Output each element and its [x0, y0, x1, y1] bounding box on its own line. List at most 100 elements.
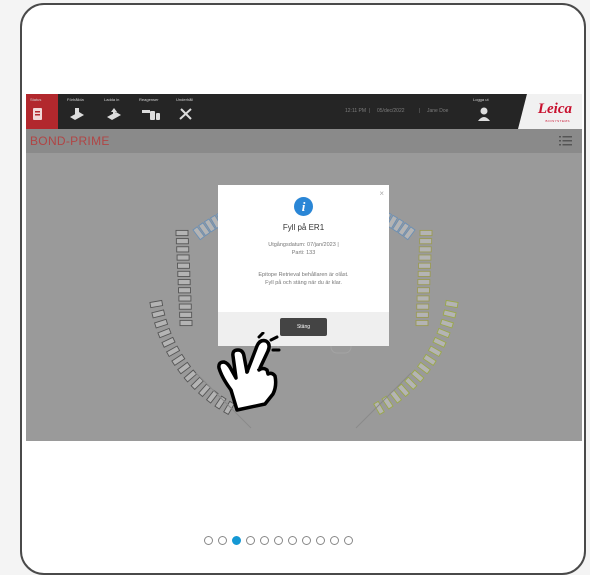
slide-slot	[177, 270, 191, 277]
time-display: 12:11 PM	[345, 108, 367, 114]
slide-slot	[417, 279, 431, 286]
brand-logo-panel: Leica BIOSYSTEMS	[518, 94, 582, 129]
slide-slot	[418, 246, 432, 253]
load-icon	[107, 108, 121, 120]
list-menu-icon[interactable]	[559, 136, 572, 146]
pagination-dot[interactable]	[316, 536, 325, 545]
nav-status-label: Status	[30, 97, 42, 102]
slide-slot	[439, 318, 454, 329]
reagent-refill-dialog: × i Fyll på ER1 Utgångsdatum: 07/jan/202…	[218, 185, 389, 346]
left-slide-slots	[175, 229, 193, 327]
slide-slot	[419, 238, 433, 245]
slide-slot	[176, 246, 190, 253]
slide-slot	[176, 254, 190, 261]
slide-slot	[415, 311, 429, 318]
date-display: 05/dec/2022	[377, 108, 405, 114]
slide-slot	[179, 319, 193, 327]
lot-number: Parti: 133	[291, 250, 316, 256]
title-bar: BOND-PRIME	[26, 129, 582, 153]
slide-slot	[404, 376, 418, 391]
carousel-pagination	[204, 536, 353, 545]
pagination-dot[interactable]	[288, 536, 297, 545]
slide-slot	[418, 254, 432, 261]
slide-slot	[178, 303, 192, 310]
slide-slot	[177, 279, 191, 286]
status-separator: |	[419, 108, 421, 114]
status-separator: |	[369, 108, 371, 114]
slide-slot	[415, 319, 429, 327]
slide-slot	[177, 262, 190, 269]
dialog-message-line-2: Fyll på och stäng när du är klar.	[265, 280, 342, 286]
pagination-dot[interactable]	[246, 536, 255, 545]
slide-slot	[416, 361, 431, 375]
slide-slot	[444, 299, 459, 309]
close-dialog-button[interactable]: Stäng	[280, 318, 327, 336]
slide-slot	[410, 369, 425, 383]
slide-slot	[178, 295, 192, 302]
nav-ladda-in[interactable]: Ladda in	[104, 94, 132, 129]
pagination-dot[interactable]	[232, 536, 241, 545]
status-icon	[33, 108, 42, 120]
right-slide-slots	[415, 229, 433, 327]
slide-slot	[396, 383, 411, 398]
slide-slot	[171, 353, 186, 366]
slide-slot	[373, 400, 385, 416]
expiry-date: Utgångsdatum: 07/jan/2023 |	[268, 242, 339, 248]
pagination-dot[interactable]	[274, 536, 283, 545]
nav-forhallda[interactable]: Förhållda	[67, 94, 95, 129]
nav-underhall[interactable]: Underhåll	[176, 94, 210, 129]
slide-slot	[165, 345, 181, 358]
tray-icon	[70, 108, 84, 120]
reagents-icon	[142, 110, 160, 120]
slide-slot	[419, 229, 433, 237]
info-icon: i	[294, 197, 313, 216]
slide-slot	[416, 303, 430, 310]
dialog-title: Fyll på ER1	[282, 223, 325, 232]
slide-slot	[179, 311, 193, 318]
tap-gesture-hand-icon	[217, 332, 281, 412]
slide-slot	[151, 309, 166, 319]
close-icon[interactable]: ×	[379, 189, 384, 198]
slide-slot	[427, 345, 443, 358]
slide-slot	[436, 327, 451, 339]
dialog-message-line-1: Epitope Retrieval behållaren är olåst.	[258, 272, 349, 278]
slide-slot	[178, 287, 191, 294]
slide-slot	[177, 361, 192, 375]
slide-slot	[161, 336, 176, 348]
pagination-dot[interactable]	[302, 536, 311, 545]
top-navigation-bar: Status Förhållda Ladda in Reagenser Unde…	[26, 94, 582, 129]
pagination-dot[interactable]	[344, 536, 353, 545]
slide-slot	[149, 299, 164, 309]
pagination-dot[interactable]	[330, 536, 339, 545]
slide-slot	[416, 295, 430, 302]
nav-underhall-label: Underhåll	[176, 97, 194, 102]
leica-logo-subtitle: BIOSYSTEMS	[545, 119, 570, 123]
pagination-dot[interactable]	[260, 536, 269, 545]
slide-slot	[381, 395, 394, 410]
slide-slot	[417, 270, 431, 277]
tools-icon	[179, 108, 192, 120]
slide-slot	[442, 309, 457, 319]
pagination-dot[interactable]	[218, 536, 227, 545]
logout-user-icon[interactable]	[477, 106, 491, 122]
slide-slot	[175, 238, 189, 245]
user-name: Jane Doe	[427, 108, 449, 114]
slide-slot	[175, 229, 189, 237]
slide-slot	[422, 353, 437, 366]
slide-slot	[157, 327, 172, 339]
slide-slot	[183, 369, 198, 383]
nav-reagenser[interactable]: Reagenser	[139, 94, 173, 129]
slide-slot	[417, 287, 430, 294]
nav-forhallda-label: Förhållda	[67, 97, 84, 102]
slide-slot	[418, 262, 431, 269]
pagination-dot[interactable]	[204, 536, 213, 545]
nav-status[interactable]: Status	[30, 94, 58, 129]
app-screen: Status Förhållda Ladda in Reagenser Unde…	[26, 94, 582, 441]
logout-label: Logga ut	[473, 97, 489, 102]
nav-reagenser-label: Reagenser	[139, 97, 159, 102]
slide-slot	[154, 318, 169, 329]
page-title: BOND-PRIME	[30, 134, 110, 148]
slide-slot	[432, 336, 447, 348]
leica-logo: Leica	[537, 101, 572, 117]
nav-ladda-in-label: Ladda in	[104, 97, 120, 102]
